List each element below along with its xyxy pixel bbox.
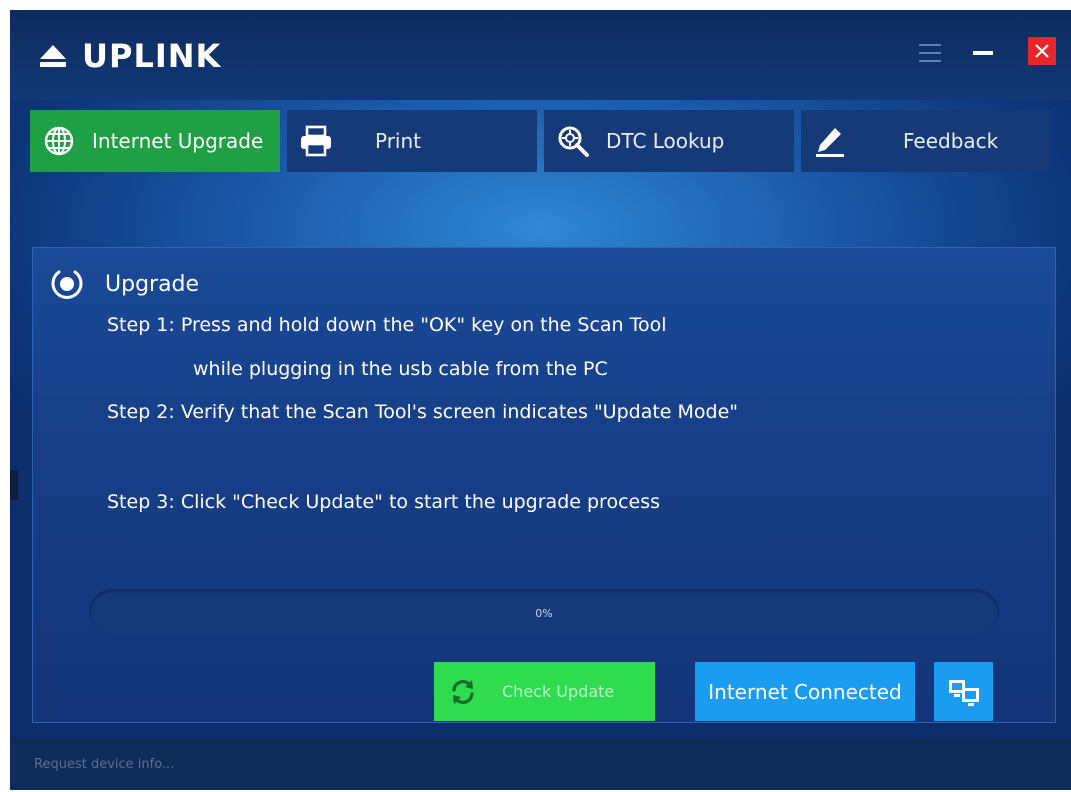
- tab-label: Feedback: [903, 129, 999, 153]
- step-1-text: Step 1: Press and hold down the "OK" key…: [107, 314, 667, 336]
- tab-internet-upgrade[interactable]: Internet Upgrade: [30, 110, 280, 172]
- network-status-button[interactable]: [934, 662, 993, 721]
- tab-dtc-lookup[interactable]: DTC Lookup: [544, 110, 794, 172]
- globe-icon: [42, 124, 76, 158]
- step-3-text: Step 3: Click "Check Update" to start th…: [107, 491, 661, 513]
- window-edge: [10, 470, 18, 500]
- radio-selected-icon: [49, 266, 85, 302]
- check-update-label: Check Update: [502, 682, 615, 701]
- network-monitors-icon: [948, 679, 979, 706]
- tab-label: Internet Upgrade: [92, 129, 264, 153]
- progress-label: 0%: [535, 606, 553, 620]
- refresh-icon: [448, 677, 478, 707]
- app-window: UPLINK Internet Upgrade Print DTC Lookup…: [10, 10, 1071, 790]
- check-update-button[interactable]: Check Update: [434, 662, 655, 721]
- magnifier-target-icon: [556, 124, 590, 158]
- minimize-icon: [973, 51, 993, 55]
- upgrade-title: Upgrade: [105, 271, 200, 297]
- eject-icon: [38, 43, 68, 69]
- pen-icon: [813, 124, 847, 158]
- tab-print[interactable]: Print: [287, 110, 537, 172]
- menu-button[interactable]: [918, 40, 942, 66]
- tab-feedback[interactable]: Feedback: [801, 110, 1051, 172]
- tab-label: Print: [375, 129, 422, 153]
- close-button[interactable]: [1028, 37, 1056, 65]
- printer-icon: [299, 124, 333, 158]
- app-title: UPLINK: [82, 37, 222, 75]
- status-text: Request device info...: [34, 756, 175, 772]
- app-logo: UPLINK: [38, 36, 221, 76]
- internet-connected-button[interactable]: Internet Connected: [695, 662, 915, 721]
- title-bar: UPLINK: [10, 10, 1071, 100]
- internet-connected-label: Internet Connected: [708, 679, 902, 704]
- minimize-button[interactable]: [971, 40, 995, 66]
- upgrade-header: Upgrade: [49, 266, 199, 302]
- hamburger-icon: [919, 44, 941, 62]
- tab-label: DTC Lookup: [606, 129, 725, 153]
- close-icon: [1035, 44, 1049, 58]
- upgrade-progress-bar: 0%: [89, 589, 999, 637]
- status-bar: Request device info...: [10, 738, 1071, 790]
- step-1-continued-text: while plugging in the usb cable from the…: [193, 358, 608, 380]
- step-2-text: Step 2: Verify that the Scan Tool's scre…: [107, 401, 739, 423]
- upgrade-panel: Upgrade Step 1: Press and hold down the …: [32, 247, 1056, 723]
